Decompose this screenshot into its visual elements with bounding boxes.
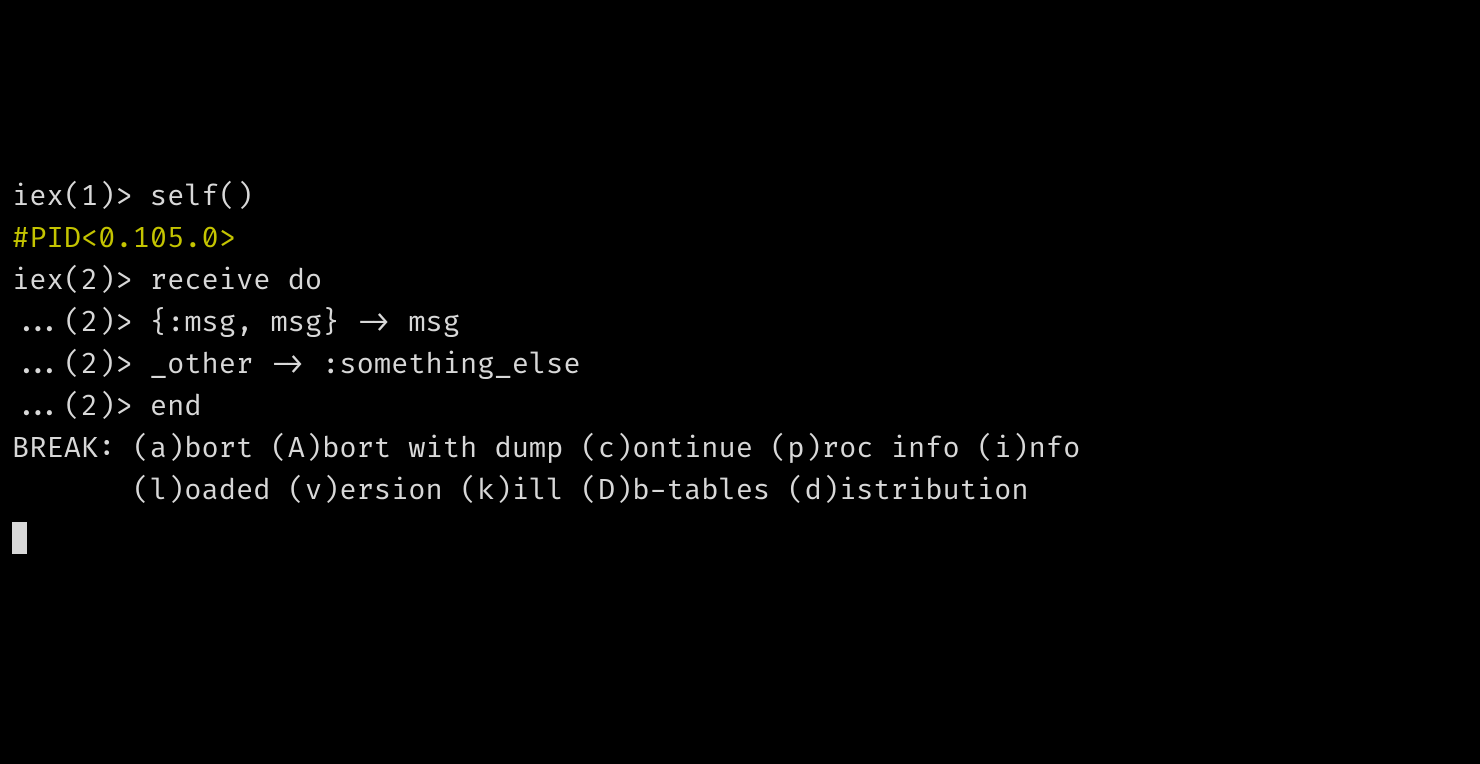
iex-input: _other -> :something_else — [150, 347, 581, 382]
iex-prompt: iex(2)> — [12, 263, 150, 298]
iex-continuation-prompt: ...(2)> — [12, 305, 150, 340]
iex-continuation-prompt: ...(2)> — [12, 347, 150, 382]
cursor-icon — [12, 522, 27, 554]
iex-continuation-prompt: ...(2)> — [12, 389, 150, 424]
iex-input: {:msg, msg} -> msg — [150, 305, 460, 340]
iex-input: end — [150, 389, 202, 424]
terminal-line-break-menu: (l)oaded (v)ersion (k)ill (D)b-tables (d… — [12, 470, 1468, 512]
terminal-line-continuation: ...(2)> end — [12, 386, 1468, 428]
iex-input: receive do — [150, 263, 322, 298]
terminal-line-prompt: iex(1)> self() — [12, 176, 1468, 218]
terminal-line-break-menu: BREAK: (a)bort (A)bort with dump (c)onti… — [12, 428, 1468, 470]
terminal-line-prompt: iex(2)> receive do — [12, 260, 1468, 302]
terminal-container[interactable]: iex(1)> self()#PID<0.105.0>iex(2)> recei… — [12, 176, 1468, 554]
terminal-line-continuation: ...(2)> {:msg, msg} -> msg — [12, 302, 1468, 344]
iex-input: self() — [150, 179, 253, 214]
terminal-line-continuation: ...(2)> _other -> :something_else — [12, 344, 1468, 386]
terminal-line-pid-output: #PID<0.105.0> — [12, 218, 1468, 260]
iex-prompt: iex(1)> — [12, 179, 150, 214]
